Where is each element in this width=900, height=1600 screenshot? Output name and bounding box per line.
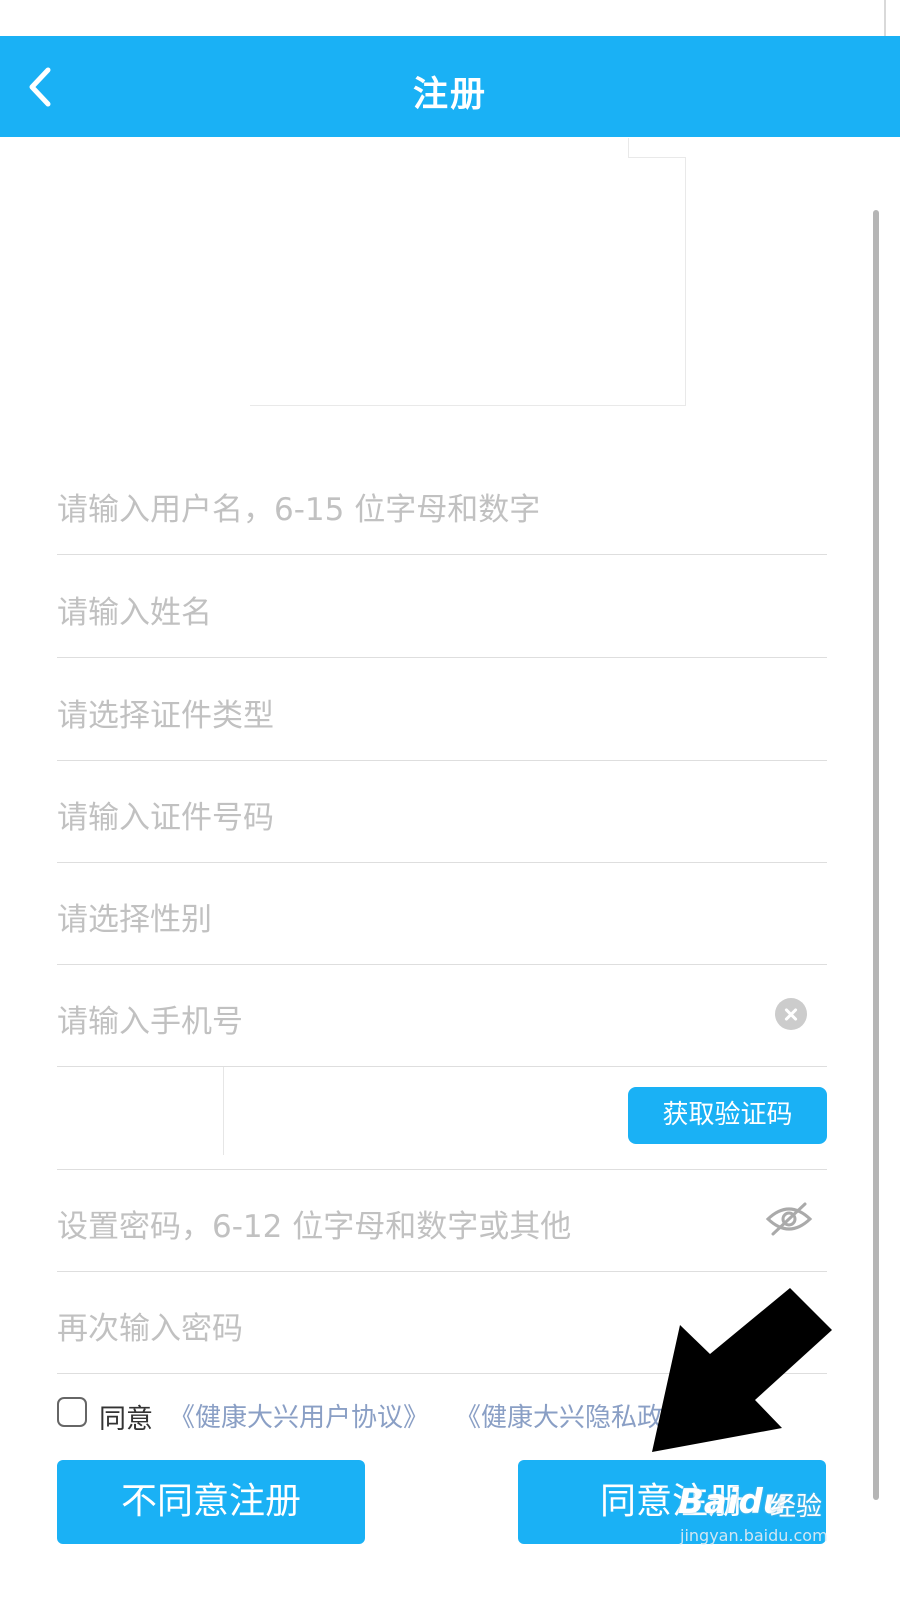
id-number-placeholder: 请输入证件号码 (57, 800, 274, 836)
code-input[interactable] (57, 1067, 224, 1155)
logo-placeholder (250, 138, 686, 406)
get-code-button[interactable]: 获取验证码 (628, 1087, 827, 1144)
watermark-url: jingyan.baidu.com (680, 1526, 828, 1545)
confirm-password-placeholder: 再次输入密码 (57, 1311, 243, 1347)
clear-icon[interactable] (775, 998, 807, 1030)
id-type-placeholder: 请选择证件类型 (57, 698, 274, 734)
verification-code-row: 获取验证码 (57, 1067, 827, 1170)
id-number-field[interactable]: 请输入证件号码 (57, 760, 827, 863)
username-placeholder: 请输入用户名，6-15 位字母和数字 (57, 492, 541, 528)
top-strip (0, 0, 900, 36)
top-strip-edge (884, 0, 886, 36)
baidu-watermark: Baidu 经验 jingyan.baidu.com (678, 1472, 848, 1552)
disagree-register-button[interactable]: 不同意注册 (57, 1460, 365, 1544)
logo-notch (628, 138, 686, 158)
name-placeholder: 请输入姓名 (57, 595, 212, 631)
agree-checkbox[interactable] (57, 1397, 87, 1427)
password-placeholder: 设置密码，6-12 位字母和数字或其他 (57, 1209, 572, 1245)
watermark-text: 经验 (770, 1492, 823, 1522)
arrow-annotation-icon (652, 1288, 832, 1452)
agree-label: 同意 (99, 1404, 153, 1435)
username-field[interactable]: 请输入用户名，6-15 位字母和数字 (57, 452, 827, 555)
eye-off-icon[interactable] (765, 1201, 813, 1237)
id-type-select[interactable]: 请选择证件类型 (57, 658, 827, 761)
password-field[interactable]: 设置密码，6-12 位字母和数字或其他 (57, 1169, 827, 1272)
name-field[interactable]: 请输入姓名 (57, 555, 827, 658)
phone-field[interactable]: 请输入手机号 (57, 964, 827, 1067)
privacy-policy-link[interactable]: 《健康大兴隐私政 (455, 1397, 663, 1434)
gender-placeholder: 请选择性别 (57, 902, 212, 938)
gender-select[interactable]: 请选择性别 (57, 862, 827, 965)
navbar: 注册 (0, 36, 900, 137)
page-title: 注册 (412, 75, 487, 115)
user-agreement-link[interactable]: 《健康大兴用户协议》 (169, 1397, 429, 1434)
phone-placeholder: 请输入手机号 (57, 1004, 243, 1040)
scrollbar[interactable] (873, 210, 879, 1500)
